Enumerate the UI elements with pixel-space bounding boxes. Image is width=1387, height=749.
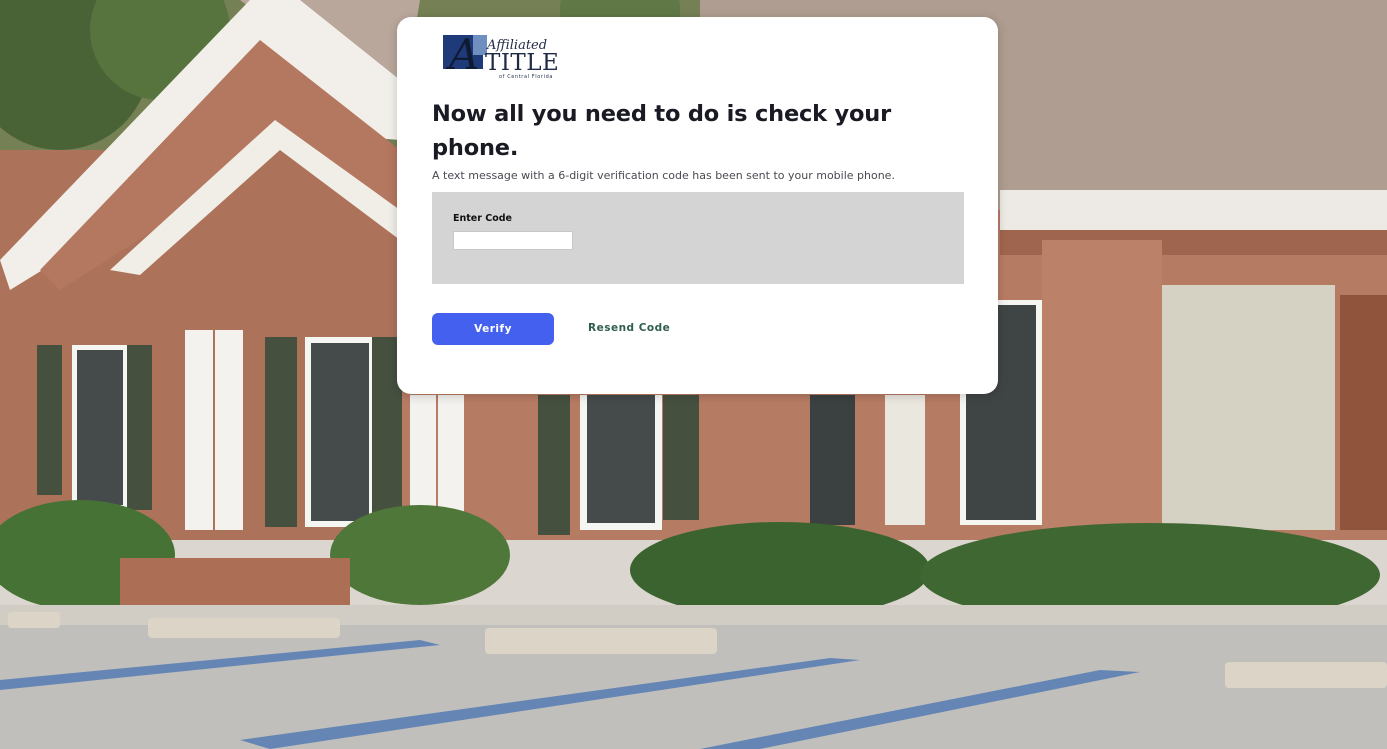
code-entry-panel: Enter Code: [432, 192, 964, 284]
svg-text:of Central Florida: of Central Florida: [499, 74, 553, 80]
page-title: Now all you need to do is check your pho…: [432, 101, 891, 161]
code-field-label: Enter Code: [453, 213, 512, 224]
company-logo: A Affiliated TITLE of Central Florida: [439, 29, 571, 81]
svg-text:TITLE: TITLE: [485, 50, 559, 76]
verification-description: A text message with a 6-digit verificati…: [432, 169, 895, 182]
affiliated-title-logo-icon: A Affiliated TITLE of Central Florida: [443, 30, 559, 80]
verify-button[interactable]: Verify: [432, 313, 554, 345]
svg-text:A: A: [445, 30, 479, 79]
resend-code-link[interactable]: Resend Code: [588, 322, 670, 334]
verification-code-input[interactable]: [453, 231, 573, 250]
verification-card: A Affiliated TITLE of Central Florida No…: [397, 17, 998, 394]
